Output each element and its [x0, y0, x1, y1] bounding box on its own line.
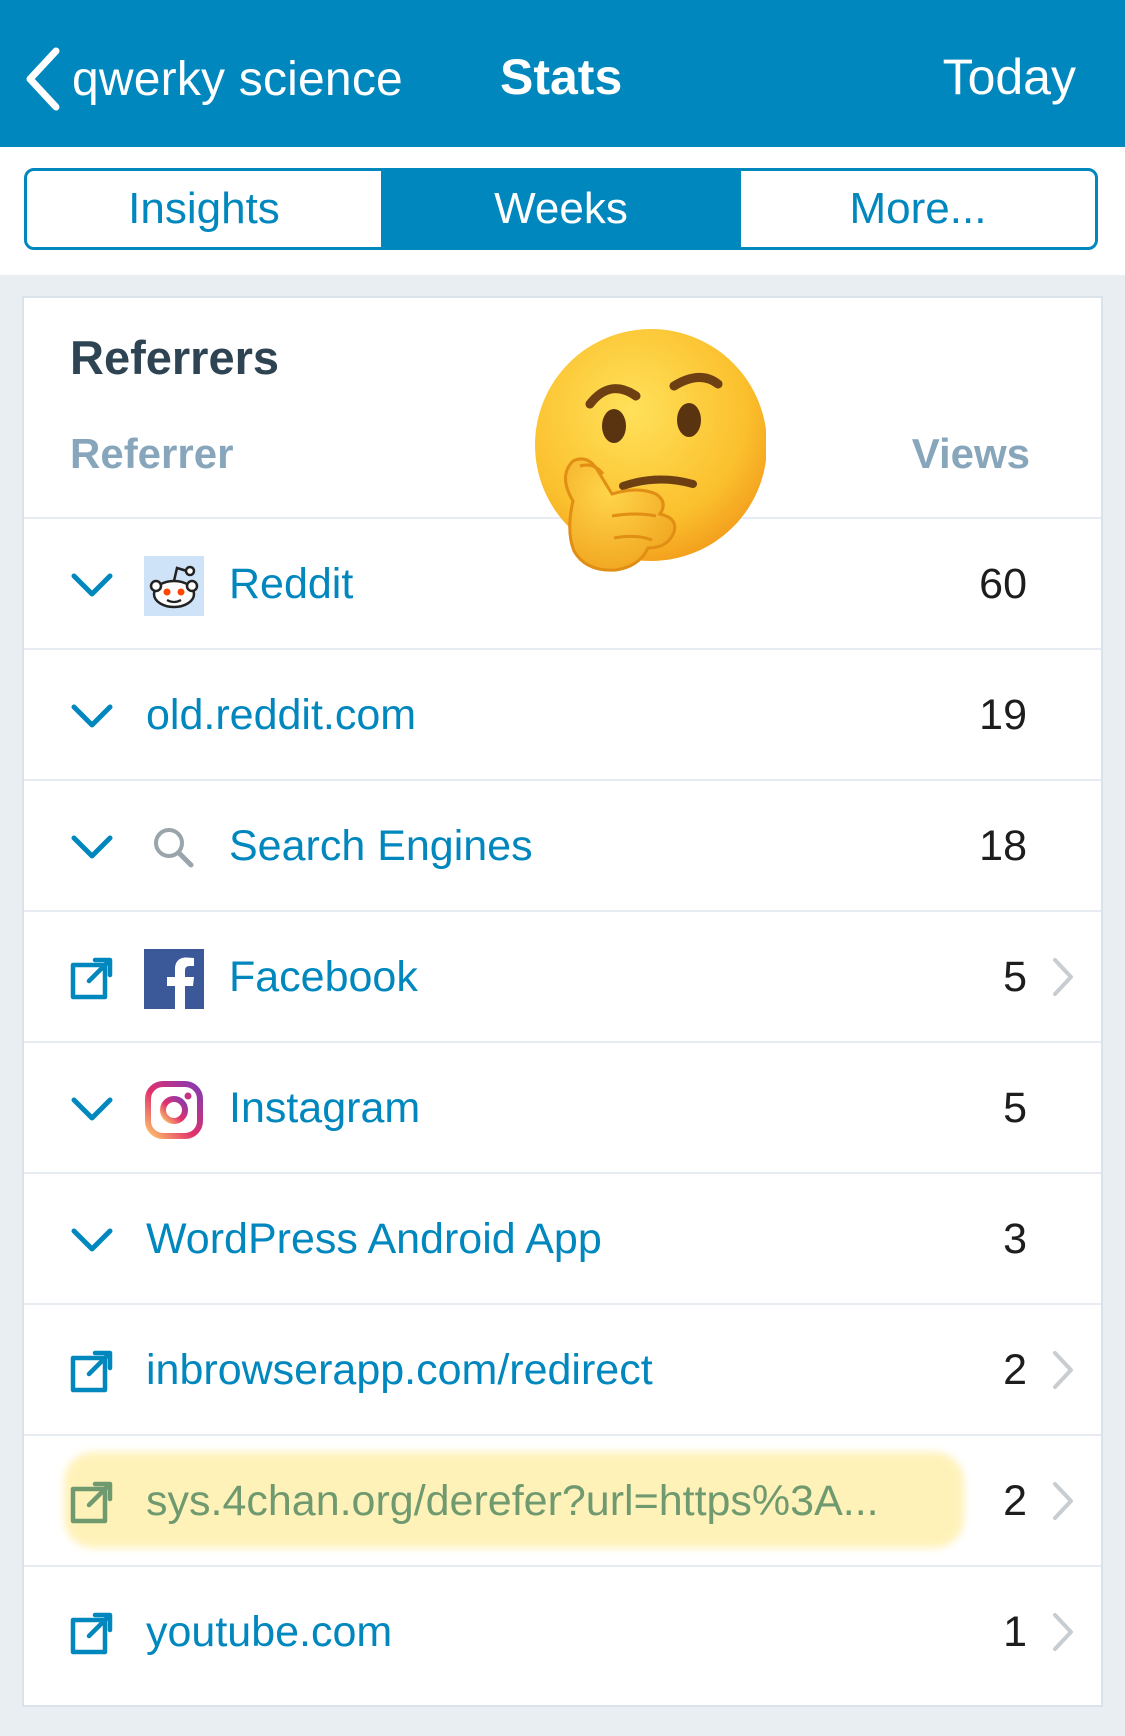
segmented-control: Insights Weeks More... [24, 168, 1098, 250]
external-link-icon[interactable] [67, 1436, 117, 1567]
views-count: 18 [979, 822, 1027, 870]
list-item-facebook[interactable]: Facebook 5 [24, 910, 1101, 1041]
chevron-down-icon[interactable] [67, 781, 117, 912]
referrer-label: Reddit [229, 560, 354, 608]
views-count: 19 [979, 691, 1027, 739]
referrer-label: inbrowserapp.com/redirect [146, 1346, 653, 1394]
list-item-youtube[interactable]: youtube.com 1 [24, 1565, 1101, 1696]
reddit-icon [144, 556, 204, 616]
page-title: Stats [500, 49, 623, 105]
referrer-label: Search Engines [229, 822, 533, 870]
segmented-control-container: Insights Weeks More... [0, 147, 1125, 275]
referrer-label: sys.4chan.org/derefer?url=https%3A... [146, 1477, 879, 1525]
referrer-label: old.reddit.com [146, 691, 417, 739]
views-count: 3 [1003, 1215, 1027, 1263]
period-button[interactable]: Today [943, 48, 1076, 106]
external-link-icon[interactable] [67, 912, 117, 1043]
column-header-views: Views [911, 430, 1030, 477]
tab-insights[interactable]: Insights [27, 171, 381, 247]
back-button-label: qwerky science [72, 52, 403, 106]
chevron-down-icon[interactable] [67, 519, 117, 650]
views-count: 5 [1003, 1084, 1027, 1132]
search-icon [144, 818, 204, 878]
tab-weeks[interactable]: Weeks [381, 171, 738, 247]
list-item-inbrowserapp[interactable]: inbrowserapp.com/redirect 2 [24, 1303, 1101, 1434]
instagram-icon [144, 1080, 204, 1140]
nav-bar: qwerky science Stats Today [0, 0, 1125, 147]
external-link-icon[interactable] [67, 1567, 117, 1698]
chevron-down-icon[interactable] [67, 1043, 117, 1174]
referrer-label: youtube.com [146, 1608, 393, 1656]
list-item-4chan[interactable]: sys.4chan.org/derefer?url=https%3A... 2 [24, 1434, 1101, 1565]
referrer-label: Instagram [229, 1084, 421, 1132]
back-button[interactable]: qwerky science [24, 44, 403, 114]
list-item-wordpress-android[interactable]: WordPress Android App 3 [24, 1172, 1101, 1303]
chevron-down-icon[interactable] [67, 1174, 117, 1305]
external-link-icon[interactable] [67, 1305, 117, 1436]
column-header-referrer: Referrer [70, 430, 234, 477]
list-item-instagram[interactable]: Instagram 5 [24, 1041, 1101, 1172]
views-count: 5 [1003, 953, 1027, 1001]
chevron-down-icon[interactable] [67, 650, 117, 781]
chevron-right-icon [1053, 1351, 1073, 1389]
views-count: 2 [1003, 1346, 1027, 1394]
chevron-left-icon [26, 47, 60, 111]
list-item-old-reddit[interactable]: old.reddit.com 19 [24, 648, 1101, 779]
views-count: 2 [1003, 1477, 1027, 1525]
referrers-list: Reddit 60 old.reddit.com 19 Search Engin… [24, 517, 1101, 1696]
referrer-label: WordPress Android App [146, 1215, 602, 1263]
thinking-face-icon [535, 329, 766, 572]
views-count: 1 [1003, 1608, 1027, 1656]
list-item-search-engines[interactable]: Search Engines 18 [24, 779, 1101, 910]
facebook-icon [144, 949, 204, 1009]
referrer-label: Facebook [229, 953, 418, 1001]
tab-more[interactable]: More... [738, 171, 1095, 247]
card-title: Referrers [70, 331, 280, 384]
chevron-right-icon [1053, 1613, 1073, 1651]
views-count: 60 [979, 560, 1027, 608]
chevron-right-icon [1053, 958, 1073, 996]
chevron-right-icon [1053, 1482, 1073, 1520]
